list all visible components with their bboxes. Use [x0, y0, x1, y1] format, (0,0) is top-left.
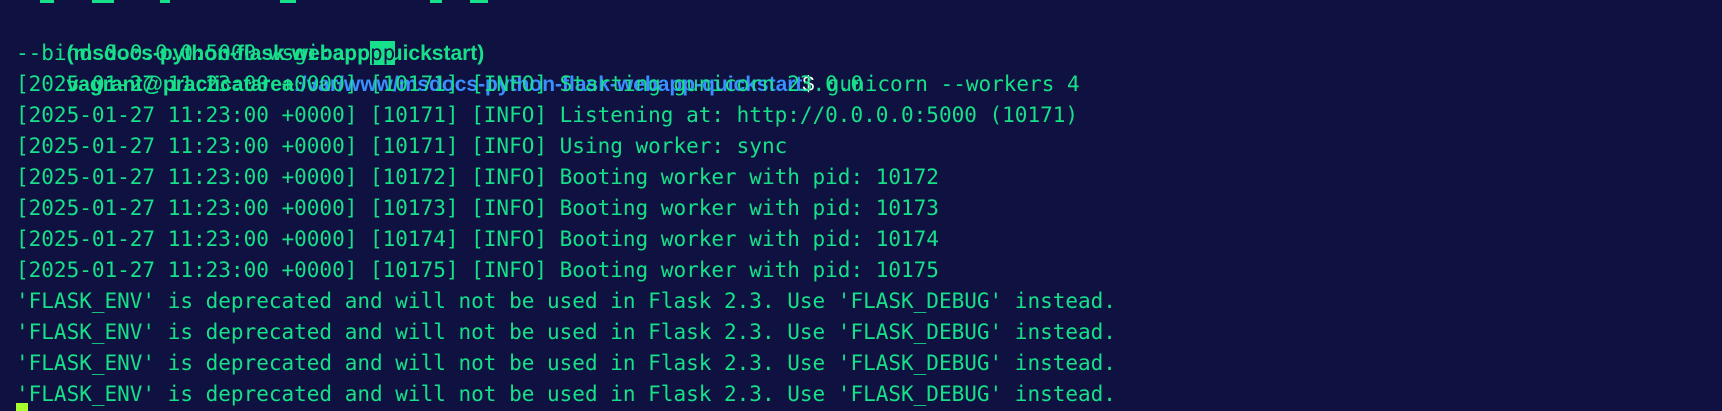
warning-line: 'FLASK_ENV' is deprecated and will not b…	[16, 351, 1116, 375]
warning-line: 'FLASK_ENV' is deprecated and will not b…	[16, 289, 1116, 313]
log-line: [2025-01-27 11:23:00 +0000] [10171] [INF…	[16, 134, 788, 158]
warning-line: 'FLASK_ENV' is deprecated and will not b…	[16, 320, 1116, 344]
log-line: [2025-01-27 11:23:00 +0000] [10171] [INF…	[16, 103, 1079, 127]
prompt-line: (msdocs-python-flask-webapp-quickstart) …	[16, 7, 1722, 96]
log-line: [2025-01-27 11:23:00 +0000] [10173] [INF…	[16, 196, 939, 220]
command-continuation-line: --bind 0.0.0.0:5000 wsgi:apppp	[16, 38, 1722, 69]
warning-line: 'FLASK_ENV' is deprecated and will not b…	[16, 382, 1116, 406]
terminal-window[interactable]: (msdocs-python-flask-webapp-quickstart) …	[0, 0, 1722, 411]
text-cursor: pp	[370, 41, 396, 65]
log-line: [2025-01-27 11:23:00 +0000] [10175] [INF…	[16, 258, 939, 282]
command-text-continued: --bind 0.0.0.0:5000 wsgi:app	[16, 41, 371, 65]
terminal-cursor	[16, 403, 28, 411]
log-line: [2025-01-27 11:23:00 +0000] [10174] [INF…	[16, 227, 939, 251]
log-line: [2025-01-27 11:23:00 +0000] [10172] [INF…	[16, 165, 939, 189]
previous-output-fragment	[0, 0, 560, 3]
